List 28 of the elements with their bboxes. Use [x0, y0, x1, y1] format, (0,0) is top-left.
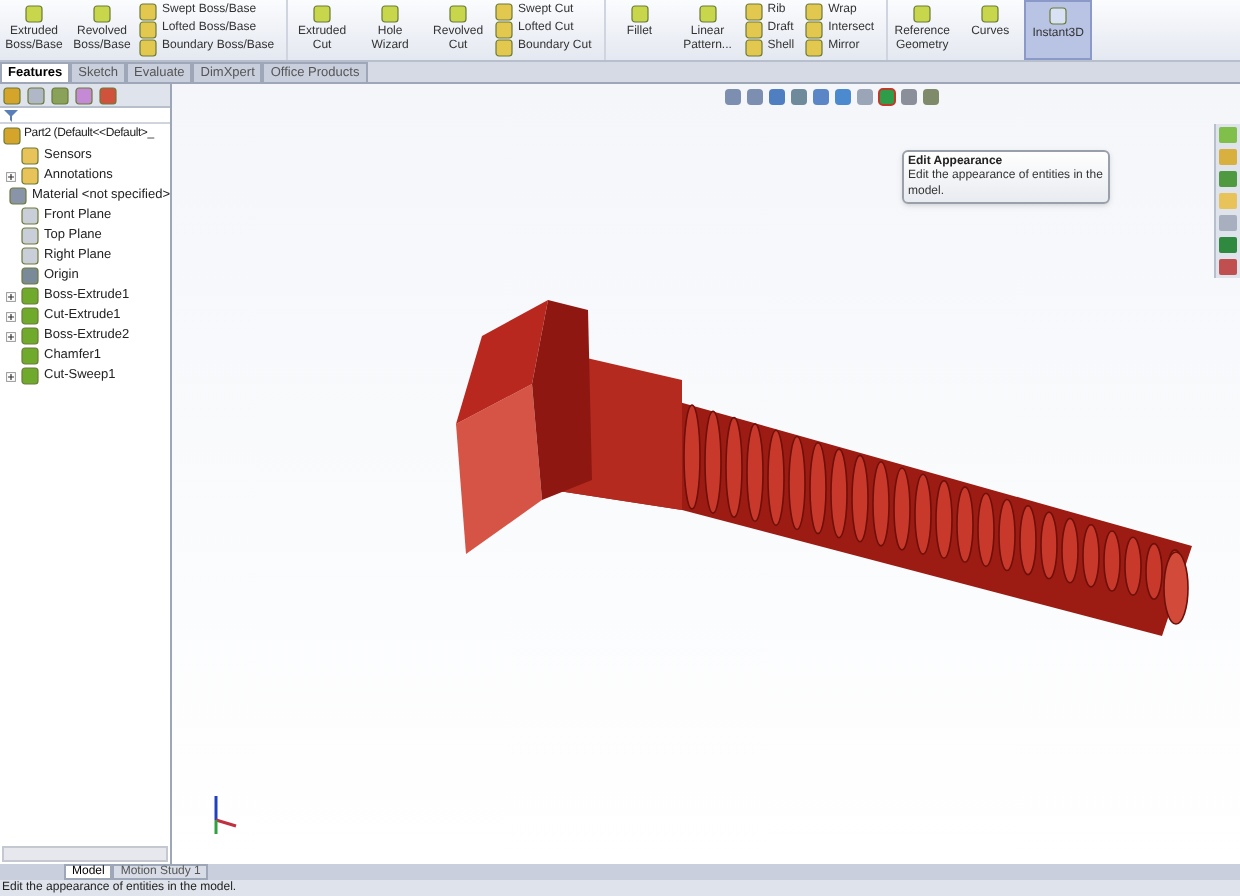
material-icon	[8, 186, 28, 206]
tool-icon	[743, 19, 764, 39]
tool-icon	[380, 4, 401, 24]
tool-icon	[912, 4, 933, 24]
tool-icon	[697, 4, 718, 24]
tool-icon	[494, 1, 515, 21]
scroll-bar[interactable]	[2, 846, 168, 862]
expand-icon[interactable]	[5, 371, 15, 381]
expand-icon[interactable]	[5, 291, 15, 301]
tool-icon	[629, 4, 650, 24]
tool-icon	[494, 19, 515, 39]
tool-icon	[448, 4, 469, 24]
tool-icon	[980, 4, 1001, 24]
tool-icon	[1048, 6, 1069, 26]
tool-icon	[743, 1, 764, 21]
tool-icon	[312, 4, 333, 24]
expand-icon[interactable]	[5, 331, 15, 341]
origin-icon	[20, 266, 40, 286]
tool-icon	[92, 4, 112, 24]
tool-icon	[804, 1, 825, 21]
tool-icon	[494, 37, 515, 57]
tool-icon	[24, 4, 44, 24]
expand-icon[interactable]	[5, 311, 15, 321]
part-icon	[2, 126, 22, 146]
tool-icon	[804, 19, 825, 39]
tool-icon	[804, 37, 825, 57]
expand-icon[interactable]	[5, 171, 15, 181]
tool-icon	[743, 37, 764, 57]
